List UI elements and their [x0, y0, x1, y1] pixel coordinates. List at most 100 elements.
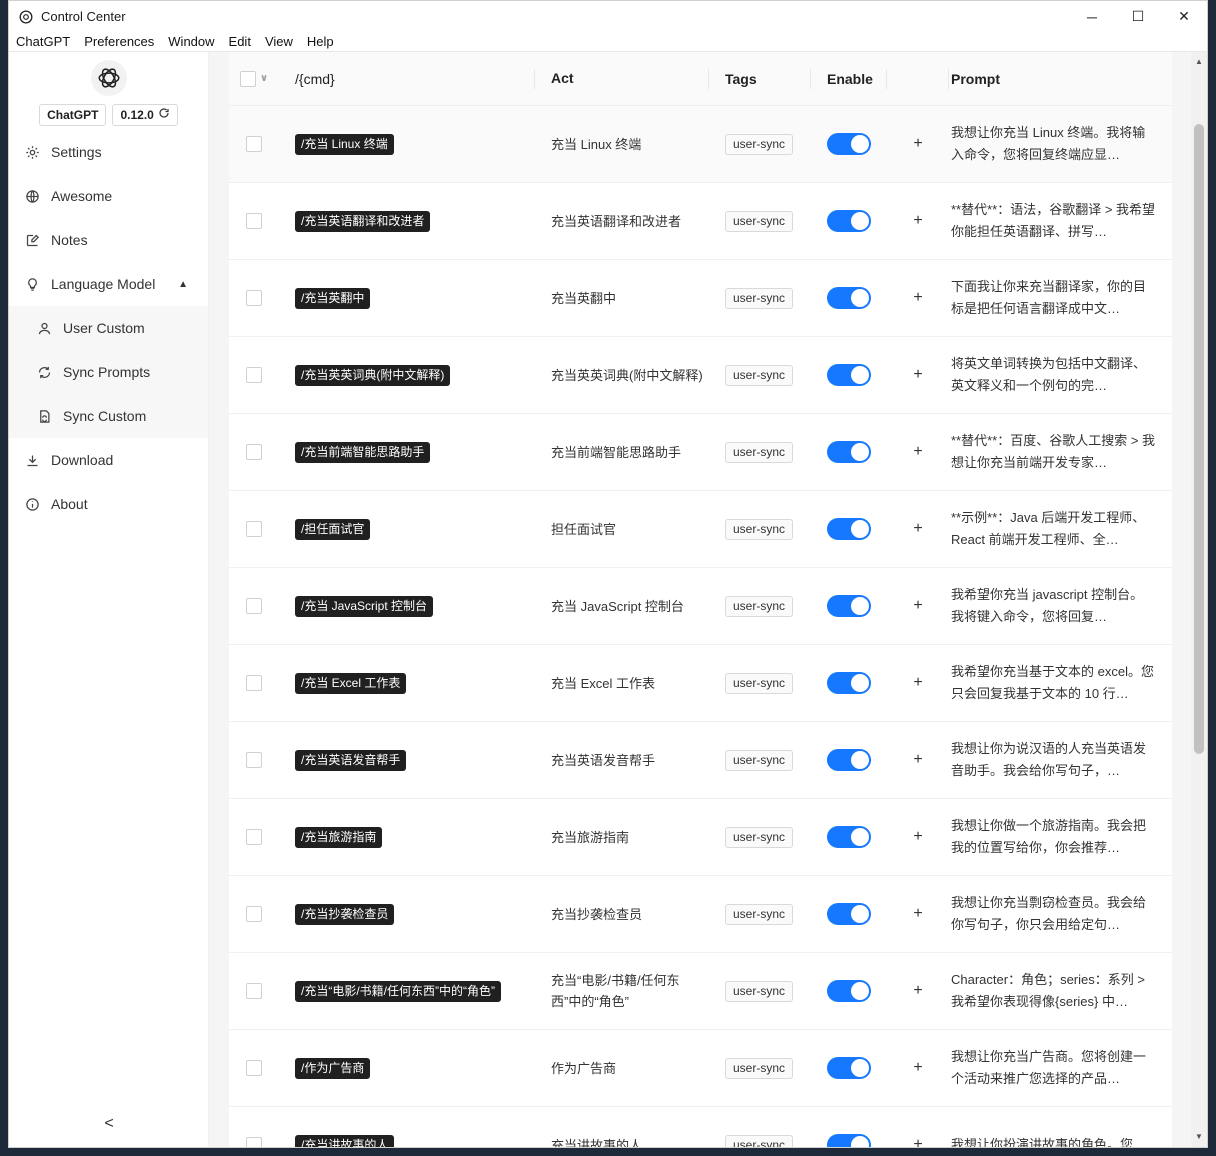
collapse-sidebar-button[interactable]: < [9, 1115, 209, 1133]
column-header-tags[interactable]: Tags [709, 71, 811, 87]
sidebar-item-awesome[interactable]: Awesome [9, 174, 208, 218]
close-button[interactable]: ✕ [1161, 1, 1207, 32]
table-row[interactable]: /充当英英词典(附中文解释) 充当英英词典(附中文解释) user-sync +… [229, 337, 1172, 414]
row-checkbox[interactable] [229, 598, 279, 614]
enable-toggle[interactable] [827, 518, 871, 540]
act-cell: 担任面试官 [551, 521, 617, 537]
table-row[interactable]: /作为广告商 作为广告商 user-sync + 我想让你充当广告商。您将创建一… [229, 1030, 1172, 1107]
row-checkbox[interactable] [229, 752, 279, 768]
sidebar-item-settings[interactable]: Settings [9, 130, 208, 174]
refresh-icon[interactable] [158, 105, 170, 125]
table-row[interactable]: /充当讲故事的人 充当讲故事的人 user-sync + 我想让你扮演讲故事的角… [229, 1107, 1172, 1147]
tag-badge: user-sync [725, 749, 794, 771]
scroll-up-arrow-icon[interactable]: ▲ [1191, 54, 1207, 70]
sidebar-item-sync-custom[interactable]: Sync Custom [9, 394, 208, 438]
row-checkbox[interactable] [229, 906, 279, 922]
row-checkbox[interactable] [229, 521, 279, 537]
row-checkbox[interactable] [229, 444, 279, 460]
table-row[interactable]: /充当 Linux 终端 充当 Linux 终端 user-sync + 我想让… [229, 106, 1172, 183]
enable-toggle[interactable] [827, 364, 871, 386]
enable-toggle[interactable] [827, 749, 871, 771]
cmd-tag: /充当英语翻译和改进者 [295, 210, 431, 232]
row-checkbox[interactable] [229, 829, 279, 845]
menu-chatgpt[interactable]: ChatGPT [9, 32, 77, 52]
menu-bar: ChatGPT Preferences Window Edit View Hel… [9, 32, 1207, 52]
expand-row-button[interactable]: + [887, 905, 949, 923]
chevron-up-icon[interactable]: ▲ [178, 279, 188, 290]
scrollbar[interactable]: ▲ ▼ [1191, 52, 1207, 1147]
table-row[interactable]: /担任面试官 担任面试官 user-sync + **示例**：Java 后端开… [229, 491, 1172, 568]
expand-row-button[interactable]: + [887, 982, 949, 1000]
expand-row-button[interactable]: + [887, 520, 949, 538]
menu-window[interactable]: Window [161, 32, 221, 52]
column-header-act[interactable]: Act [535, 68, 709, 89]
sync-icon [35, 365, 53, 380]
sidebar-item-about[interactable]: About [9, 482, 208, 526]
enable-toggle[interactable] [827, 287, 871, 309]
menu-help[interactable]: Help [300, 32, 341, 52]
expand-row-button[interactable]: + [887, 674, 949, 692]
expand-row-button[interactable]: + [887, 212, 949, 230]
sidebar-item-sync-prompts[interactable]: Sync Prompts [9, 350, 208, 394]
enable-toggle[interactable] [827, 903, 871, 925]
table-row[interactable]: /充当 JavaScript 控制台 充当 JavaScript 控制台 use… [229, 568, 1172, 645]
expand-row-button[interactable]: + [887, 828, 949, 846]
scroll-down-arrow-icon[interactable]: ▼ [1191, 1129, 1207, 1145]
app-name-badge: ChatGPT [39, 104, 107, 126]
table-row[interactable]: /充当英语发音帮手 充当英语发音帮手 user-sync + 我想让你为说汉语的… [229, 722, 1172, 799]
select-all-checkbox[interactable]: ∨ [229, 70, 279, 87]
table-row[interactable]: /充当英语翻译和改进者 充当英语翻译和改进者 user-sync + **替代*… [229, 183, 1172, 260]
enable-toggle[interactable] [827, 672, 871, 694]
expand-row-button[interactable]: + [887, 289, 949, 307]
sidebar-item-notes[interactable]: Notes [9, 218, 208, 262]
table-row[interactable]: /充当旅游指南 充当旅游指南 user-sync + 我想让你做一个旅游指南。我… [229, 799, 1172, 876]
row-checkbox[interactable] [229, 983, 279, 999]
menu-edit[interactable]: Edit [222, 32, 258, 52]
enable-toggle[interactable] [827, 1057, 871, 1079]
row-checkbox[interactable] [229, 675, 279, 691]
sidebar-item-download[interactable]: Download [9, 438, 208, 482]
prompt-cell: **替代**：语法，谷歌翻译 > 我希望你能担任英语翻译、拼写… [951, 202, 1156, 239]
row-checkbox[interactable] [229, 136, 279, 152]
enable-toggle[interactable] [827, 595, 871, 617]
expand-row-button[interactable]: + [887, 443, 949, 461]
app-logo-icon [19, 10, 33, 24]
row-checkbox[interactable] [229, 290, 279, 306]
sidebar-item-language-model[interactable]: Language Model ▲ [9, 262, 208, 306]
sidebar-item-label: User Custom [63, 320, 145, 336]
row-checkbox[interactable] [229, 213, 279, 229]
expand-row-button[interactable]: + [887, 135, 949, 153]
menu-view[interactable]: View [258, 32, 300, 52]
column-header-prompt[interactable]: Prompt [949, 68, 1172, 90]
prompt-cell: 下面我让你来充当翻译家，你的目标是把任何语言翻译成中文… [951, 279, 1147, 316]
column-header-enable[interactable]: Enable [811, 71, 887, 87]
enable-toggle[interactable] [827, 133, 871, 155]
maximize-button[interactable]: ☐ [1115, 1, 1161, 32]
minimize-button[interactable]: ─ [1069, 1, 1115, 32]
menu-preferences[interactable]: Preferences [77, 32, 161, 52]
expand-row-button[interactable]: + [887, 597, 949, 615]
row-checkbox[interactable] [229, 1060, 279, 1076]
table-row[interactable]: /充当抄袭检查员 充当抄袭检查员 user-sync + 我想让你充当剽窃检查员… [229, 876, 1172, 953]
expand-row-button[interactable]: + [887, 366, 949, 384]
enable-toggle[interactable] [827, 441, 871, 463]
enable-toggle[interactable] [827, 826, 871, 848]
sidebar-item-user-custom[interactable]: User Custom [9, 306, 208, 350]
table-row[interactable]: /充当前端智能思路助手 充当前端智能思路助手 user-sync + **替代*… [229, 414, 1172, 491]
expand-row-button[interactable]: + [887, 751, 949, 769]
table-row[interactable]: /充当 Excel 工作表 充当 Excel 工作表 user-sync + 我… [229, 645, 1172, 722]
scrollbar-thumb[interactable] [1194, 124, 1204, 754]
enable-toggle[interactable] [827, 210, 871, 232]
table-row[interactable]: /充当“电影/书籍/任何东西”中的“角色” 充当“电影/书籍/任何东西”中的“角… [229, 953, 1172, 1030]
version-badge[interactable]: 0.12.0 [112, 104, 178, 126]
expand-row-button[interactable]: + [887, 1059, 949, 1077]
enable-toggle[interactable] [827, 980, 871, 1002]
cmd-tag: /充当前端智能思路助手 [295, 441, 431, 463]
row-checkbox[interactable] [229, 1137, 279, 1147]
enable-toggle[interactable] [827, 1134, 871, 1147]
column-header-cmd[interactable]: /{cmd} [279, 71, 535, 87]
chevron-down-icon[interactable]: ∨ [260, 73, 268, 84]
row-checkbox[interactable] [229, 367, 279, 383]
table-row[interactable]: /充当英翻中 充当英翻中 user-sync + 下面我让你来充当翻译家，你的目… [229, 260, 1172, 337]
expand-row-button[interactable]: + [887, 1136, 949, 1147]
